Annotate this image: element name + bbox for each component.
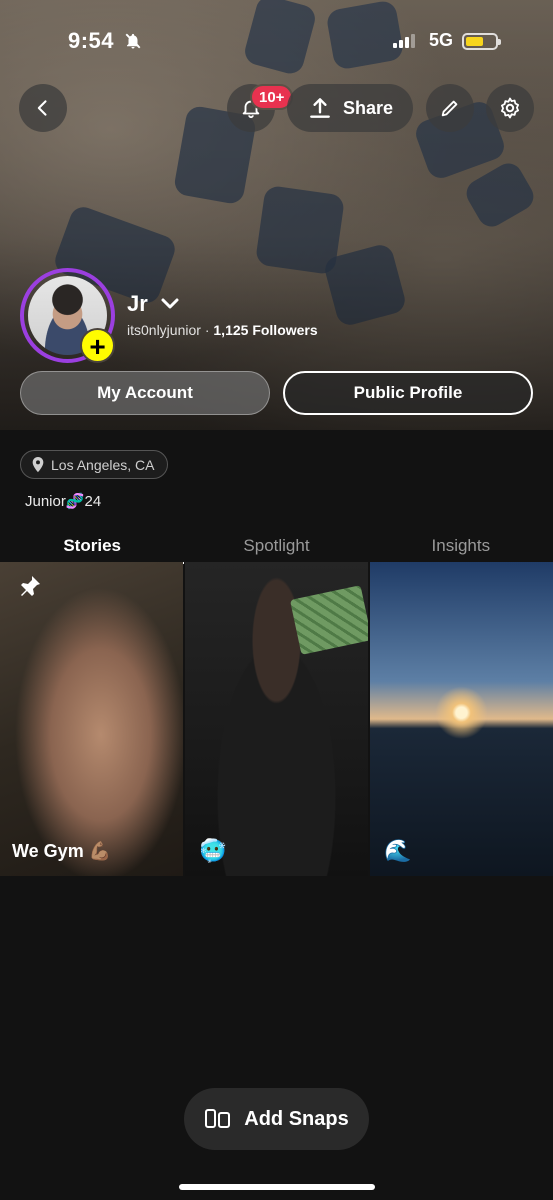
location-label: Los Angeles, CA — [51, 456, 155, 473]
add-snaps-button[interactable]: Add Snaps — [184, 1088, 369, 1150]
back-button[interactable] — [19, 84, 67, 132]
upload-icon — [310, 98, 330, 118]
chevron-left-icon — [37, 100, 47, 116]
silent-mode-icon — [124, 32, 142, 55]
story-tile[interactable]: 🌊 — [370, 562, 553, 876]
status-time: 9:54 — [68, 28, 115, 53]
story-emoji: 🌊 — [384, 838, 412, 863]
display-name-row[interactable]: Jr — [127, 291, 180, 317]
tab-stories[interactable]: Stories — [0, 530, 185, 564]
share-label: Share — [342, 97, 394, 118]
settings-button[interactable] — [486, 84, 534, 132]
story-tile[interactable]: We Gym 💪🏽 — [0, 562, 183, 876]
profile-subline: its0nlyjunior · 1,125 Followers — [127, 322, 318, 338]
status-bar: 9:54 5G — [0, 26, 553, 58]
cellular-signal-icon — [393, 34, 417, 48]
banner-shade — [0, 0, 553, 430]
battery-level — [466, 37, 483, 46]
follower-count: 1,125 Followers — [213, 322, 318, 338]
pencil-icon — [441, 100, 458, 117]
battery-icon — [462, 33, 501, 50]
my-account-button[interactable]: My Account — [20, 371, 270, 415]
chevron-down-icon — [161, 298, 179, 309]
add-story-button[interactable]: + — [80, 328, 115, 363]
tab-spotlight[interactable]: Spotlight — [184, 530, 368, 562]
display-name: Jr — [127, 291, 148, 316]
story-caption: We Gym 💪🏽 — [12, 841, 112, 861]
stories-grid: We Gym 💪🏽 🥶 🌊 — [0, 562, 553, 876]
username: its0nlyjunior — [127, 322, 201, 338]
tab-insights[interactable]: Insights — [369, 530, 553, 562]
home-indicator[interactable] — [179, 1184, 375, 1190]
subline-separator: · — [204, 322, 210, 338]
share-button[interactable]: Share — [287, 84, 413, 132]
story-emoji: 🥶 — [199, 838, 227, 863]
location-chip[interactable]: Los Angeles, CA — [20, 450, 168, 479]
add-snaps-label: Add Snaps — [244, 1107, 349, 1130]
gear-icon — [501, 97, 519, 119]
pin-icon — [18, 574, 42, 604]
add-snaps-icon — [205, 1109, 231, 1128]
edit-button[interactable] — [426, 84, 474, 132]
profile-tabs: Stories Spotlight Insights — [0, 530, 553, 564]
story-tile[interactable]: 🥶 — [185, 562, 368, 876]
public-profile-button[interactable]: Public Profile — [283, 371, 533, 415]
location-pin-icon — [32, 456, 44, 472]
bio-text: Junior🧬24 — [25, 493, 102, 510]
network-type: 5G — [429, 30, 454, 50]
cash-sticker — [289, 585, 368, 655]
